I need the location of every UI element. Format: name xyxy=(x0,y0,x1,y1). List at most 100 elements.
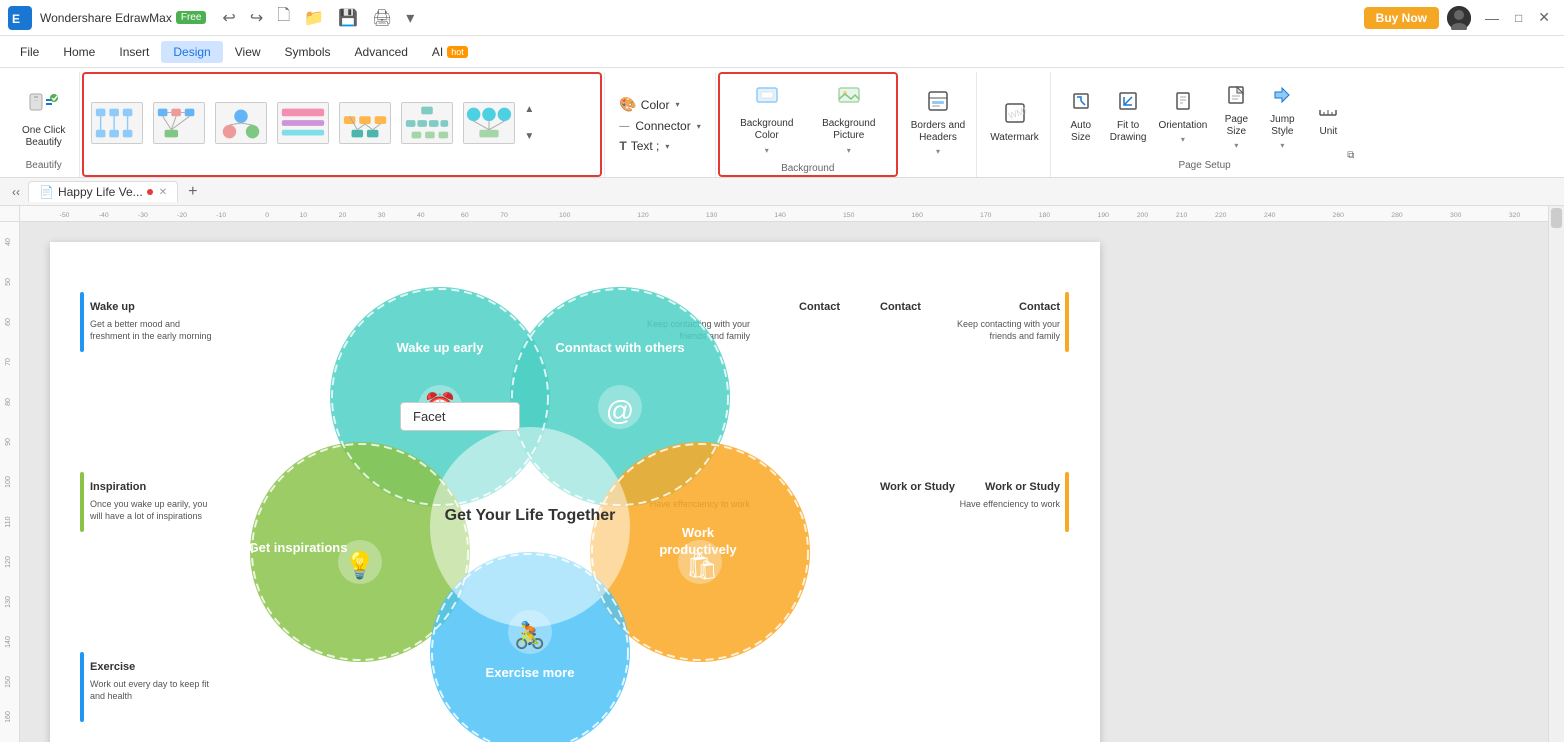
menu-insert[interactable]: Insert xyxy=(107,41,161,63)
theme-preview-1 xyxy=(91,102,143,144)
tab-nav-left[interactable]: ‹‹ xyxy=(8,183,24,201)
open-button[interactable]: 📁 xyxy=(300,6,328,30)
menu-advanced[interactable]: Advanced xyxy=(343,41,420,63)
theme-item-7[interactable] xyxy=(460,99,518,147)
connector-button[interactable]: — Connector ▾ xyxy=(613,117,706,135)
new-button[interactable]: 🗋 xyxy=(273,2,294,33)
borders-headers-button[interactable]: Borders andHeaders ▾ xyxy=(906,87,970,159)
svg-text:160: 160 xyxy=(912,211,924,218)
close-button[interactable]: ✕ xyxy=(1532,9,1556,26)
print-button[interactable]: 🖨 xyxy=(368,6,396,30)
svg-text:will have a lot of inspiration: will have a lot of inspirations xyxy=(89,511,203,521)
svg-text:-10: -10 xyxy=(216,211,226,218)
text-label: Text ; xyxy=(631,139,660,153)
facet-dropdown[interactable]: Facet xyxy=(400,402,520,431)
window-controls: — □ ✕ xyxy=(1479,9,1556,26)
svg-text:🛍: 🛍 xyxy=(685,551,718,581)
jump-style-chevron: ▾ xyxy=(1280,141,1284,150)
menu-bar: File Home Insert Design View Symbols Adv… xyxy=(0,36,1564,68)
beautify-section-label: Beautify xyxy=(26,160,62,175)
svg-text:110: 110 xyxy=(5,516,12,527)
theme-item-3[interactable] xyxy=(212,99,270,147)
menu-home[interactable]: Home xyxy=(51,41,107,63)
orientation-label: Orientation xyxy=(1158,120,1207,132)
svg-text:180: 180 xyxy=(1039,211,1051,218)
more-button[interactable]: ▾ xyxy=(402,6,418,30)
user-avatar[interactable] xyxy=(1447,6,1471,30)
watermark-button[interactable]: WMK Watermark xyxy=(985,99,1044,147)
maximize-button[interactable]: □ xyxy=(1509,11,1528,25)
theme-item-6[interactable] xyxy=(398,99,456,147)
buy-now-button[interactable]: Buy Now xyxy=(1364,7,1439,29)
color-chevron: ▾ xyxy=(675,100,679,109)
svg-text:150: 150 xyxy=(5,676,12,688)
page-setup-section: AutoSize Fit toDrawing xyxy=(1053,72,1357,177)
svg-text:200: 200 xyxy=(1137,211,1149,218)
orientation-icon xyxy=(1172,90,1194,117)
auto-size-button[interactable]: AutoSize xyxy=(1059,87,1103,147)
svg-text:Keep contacting with your: Keep contacting with your xyxy=(957,319,1060,329)
save-button[interactable]: 💾 xyxy=(334,6,362,30)
background-color-label: BackgroundColor xyxy=(740,118,793,142)
tab-close-button[interactable]: ✕ xyxy=(159,187,167,198)
one-click-beautify-button[interactable]: One ClickBeautify xyxy=(16,82,71,153)
page-size-button[interactable]: PageSize ▾ xyxy=(1214,81,1258,153)
background-section: BackgroundColor ▾ BackgroundPicture ▾ Ba… xyxy=(718,72,898,177)
theme-item-2[interactable] xyxy=(150,99,208,147)
theme-item-5[interactable] xyxy=(336,99,394,147)
svg-text:Exercise: Exercise xyxy=(90,661,135,673)
connector-label: Connector xyxy=(635,119,690,133)
canvas-area[interactable]: Facet Wake up Get a better mood and fres… xyxy=(20,222,1548,742)
svg-text:🚴: 🚴 xyxy=(514,620,546,650)
svg-text:friends and family: friends and family xyxy=(989,331,1060,341)
right-scrollbar[interactable] xyxy=(1548,206,1564,742)
page-setup-label: Page Setup xyxy=(1178,160,1230,175)
background-picture-label: BackgroundPicture xyxy=(822,118,875,142)
watermark-section: WMK Watermark xyxy=(979,72,1051,177)
fit-to-drawing-button[interactable]: Fit toDrawing xyxy=(1105,87,1152,147)
tab-bar: ‹‹ 📄 Happy Life Ve... ✕ + xyxy=(0,178,1564,206)
svg-text:Work: Work xyxy=(682,525,715,540)
svg-text:220: 220 xyxy=(1215,211,1227,218)
theme-scroll-down[interactable]: ▼ xyxy=(522,129,536,144)
svg-text:Wake up: Wake up xyxy=(90,301,135,313)
theme-item-1[interactable] xyxy=(88,99,146,147)
theme-item-4[interactable] xyxy=(274,99,332,147)
svg-text:Work out every day to keep fit: Work out every day to keep fit xyxy=(90,679,209,689)
background-picture-button[interactable]: BackgroundPicture ▾ xyxy=(810,80,888,159)
svg-text:10: 10 xyxy=(299,211,307,218)
menu-ai[interactable]: AI hot xyxy=(420,41,480,63)
background-color-button[interactable]: BackgroundColor ▾ xyxy=(728,80,806,159)
svg-text:freshment in the early morning: freshment in the early morning xyxy=(90,331,212,341)
borders-headers-icon xyxy=(927,90,949,117)
jump-style-button[interactable]: JumpStyle ▾ xyxy=(1260,81,1304,153)
menu-symbols[interactable]: Symbols xyxy=(273,41,343,63)
color-button[interactable]: 🎨 Color ▾ xyxy=(613,94,706,115)
svg-text:130: 130 xyxy=(706,211,718,218)
minimize-button[interactable]: — xyxy=(1479,10,1505,26)
color-icon: 🎨 xyxy=(619,96,636,113)
theme-scroll-controls: ▲ ▼ xyxy=(522,102,536,144)
menu-file[interactable]: File xyxy=(8,41,51,63)
svg-text:190: 190 xyxy=(1098,211,1110,218)
svg-text:60: 60 xyxy=(5,318,12,326)
theme-scroll-up[interactable]: ▲ xyxy=(522,102,536,117)
svg-text:130: 130 xyxy=(5,596,12,608)
svg-text:-30: -30 xyxy=(138,211,148,218)
svg-text:280: 280 xyxy=(1391,211,1403,218)
redo-button[interactable]: ↪ xyxy=(246,6,267,30)
svg-text:-50: -50 xyxy=(60,211,70,218)
menu-design[interactable]: Design xyxy=(161,41,222,63)
text-button[interactable]: T Text ; ▾ xyxy=(613,137,706,155)
fit-to-drawing-icon xyxy=(1117,90,1139,117)
page-setup-expand-icon[interactable]: ⧉ xyxy=(1347,150,1354,161)
undo-button[interactable]: ↩ xyxy=(218,6,239,30)
menu-view[interactable]: View xyxy=(223,41,273,63)
tab-add-button[interactable]: + xyxy=(182,181,203,203)
beautify-label: One ClickBeautify xyxy=(22,125,65,149)
svg-text:70: 70 xyxy=(5,358,12,366)
app-logo: E xyxy=(8,6,32,30)
unit-button[interactable]: Unit xyxy=(1306,93,1350,141)
tab-happy-life[interactable]: 📄 Happy Life Ve... ✕ xyxy=(28,181,178,202)
orientation-button[interactable]: Orientation ▾ xyxy=(1153,87,1212,147)
